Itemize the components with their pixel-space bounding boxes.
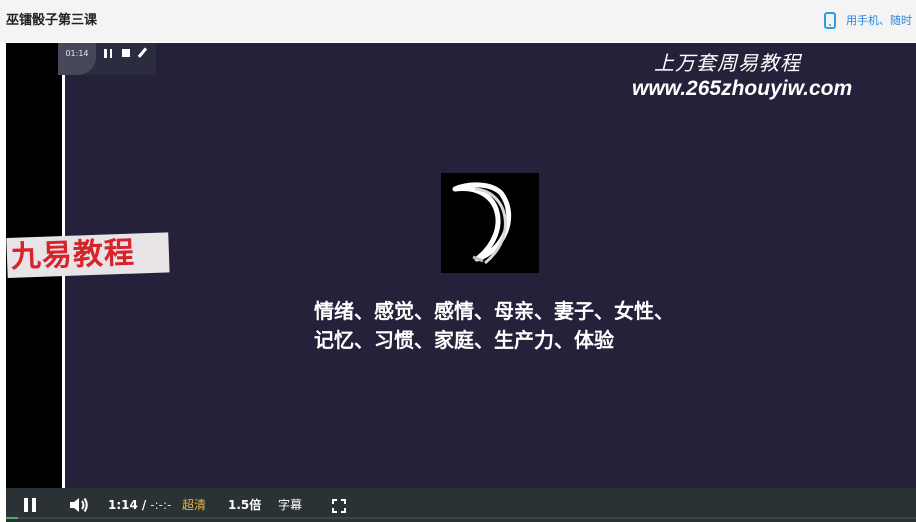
watermark-title: 上万套周易教程 [654, 51, 801, 75]
phone-icon [824, 11, 836, 29]
watermark-url: www.265zhouyiw.com [632, 77, 853, 100]
mini-pencil-icon[interactable] [137, 47, 147, 58]
video-caption: 情绪、感觉、感情、母亲、妻子、女性、 记忆、习惯、家庭、生产力、体验 [314, 297, 674, 355]
mobile-link-label: 用手机、随时 [846, 14, 912, 27]
subtitle-button[interactable]: 字幕 [278, 496, 302, 514]
current-time: 1:14 [108, 498, 138, 512]
caption-line-2: 记忆、习惯、家庭、生产力、体验 [314, 328, 614, 352]
progress-track[interactable] [6, 517, 916, 519]
time-readout: 1:14/-:-:- [108, 496, 171, 514]
page-title: 巫镭骰子第三课 [6, 13, 98, 28]
page-header: 巫镭骰子第三课 用手机、随时 [0, 0, 916, 42]
progress-fill [6, 517, 18, 519]
duration: -:-:- [150, 498, 172, 512]
video-player[interactable]: 01:14 上万套周易教程 www.265zhouyiw.com 九易教程 情绪… [6, 43, 916, 522]
mini-time-readout: 01:14 [58, 43, 96, 75]
mini-stop-icon[interactable] [122, 49, 130, 57]
volume-icon[interactable] [68, 495, 90, 515]
mini-control-overlay: 01:14 [58, 43, 156, 75]
brand-text: 九易教程 [10, 235, 136, 275]
time-separator: / [141, 498, 147, 512]
pause-icon[interactable] [24, 498, 36, 512]
fullscreen-icon[interactable] [332, 498, 346, 513]
mini-pause-icon[interactable] [104, 49, 112, 58]
caption-line-1: 情绪、感觉、感情、母亲、妻子、女性、 [314, 299, 674, 323]
brand-sticker: 九易教程 [6, 232, 170, 278]
quality-button[interactable]: 超清 [182, 496, 206, 514]
speed-button[interactable]: 1.5倍 [228, 496, 261, 514]
mobile-watch-link[interactable]: 用手机、随时 [824, 8, 916, 32]
crescent-moon-icon [441, 173, 539, 273]
